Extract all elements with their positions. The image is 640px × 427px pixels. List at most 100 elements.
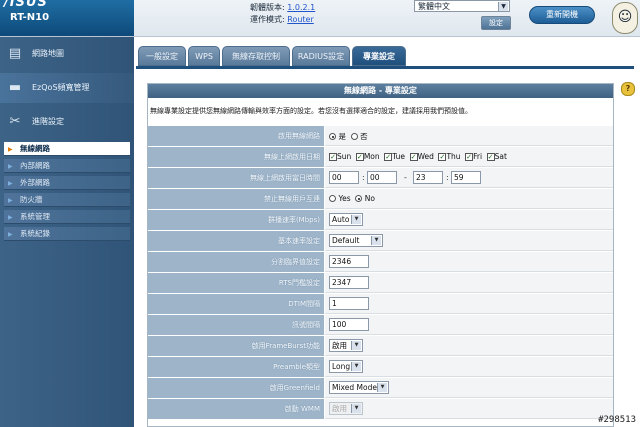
row-label: 啟用Greenfield <box>148 378 324 398</box>
mascot-icon: ☺ <box>612 2 638 34</box>
checkbox-mon[interactable]: ✓ <box>355 152 364 161</box>
firmware-link[interactable]: 1.0.2.1 <box>287 3 315 12</box>
enable-radio-yes[interactable] <box>329 133 336 140</box>
sidebar-item-syslog[interactable]: ▶ 系統紀錄 <box>4 227 130 241</box>
select-value: 啟用 <box>332 404 347 413</box>
tab-general[interactable]: 一般設定 <box>138 46 186 66</box>
mode-link[interactable]: Router <box>287 15 314 24</box>
arrow-icon: ▶ <box>8 163 13 170</box>
sidebar-item-lan[interactable]: ▶ 內部網路 <box>4 159 130 173</box>
help-icon[interactable]: ? <box>621 82 635 96</box>
option-label: Thu <box>446 152 461 161</box>
row-label: RTS門檻設定 <box>148 273 324 293</box>
checkbox-sun[interactable]: ✓ <box>329 152 337 161</box>
sidebar-item-label: EzQoS頻寬管理 <box>32 83 90 92</box>
chevron-down-icon: ▼ <box>351 215 361 224</box>
language-value: 繁體中文 <box>418 2 450 11</box>
sidebar-item-wireless[interactable]: ▶ 無線網路 <box>4 142 130 156</box>
arrow-icon: ▶ <box>8 146 13 153</box>
start-minute-input[interactable]: 00 <box>367 171 397 184</box>
option-label: Tue <box>392 152 406 161</box>
firmware-info: 韌體版本: 1.0.2.1 <box>250 2 315 13</box>
dtim-input[interactable]: 1 <box>329 297 369 310</box>
sidebar-item-label: 防火牆 <box>20 195 43 204</box>
restart-button[interactable]: 重新開機 <box>529 6 595 24</box>
row-beacon: 訊號間隔 100 <box>148 315 613 335</box>
multicast-rate-select[interactable]: Auto ▼ <box>329 213 363 226</box>
row-label: 基本速率設定 <box>148 231 324 251</box>
sidebar-item-label: 無線網路 <box>20 144 50 153</box>
greenfield-select[interactable]: Mixed Mode ▼ <box>329 381 389 394</box>
row-fragmentation: 分割臨界值設定 2346 <box>148 252 613 272</box>
tab-access-control[interactable]: 無線存取控制 <box>222 46 290 66</box>
watermark: #298513 <box>598 415 636 425</box>
checkbox-sat[interactable]: ✓ <box>486 152 495 161</box>
fragmentation-input[interactable]: 2346 <box>329 255 369 268</box>
firmware-label: 韌體版本: <box>250 3 285 12</box>
checkbox-tue[interactable]: ✓ <box>384 152 393 161</box>
end-minute-input[interactable]: 59 <box>451 171 481 184</box>
sidebar-item-label: 系統管理 <box>20 212 50 221</box>
chevron-down-icon: ▼ <box>371 236 381 245</box>
logo: /ISUS RT-N10 <box>0 0 134 36</box>
rts-input[interactable]: 2347 <box>329 276 369 289</box>
option-label: Sat <box>494 152 507 161</box>
enable-radio-no[interactable] <box>350 133 358 140</box>
row-multicast: 群播速率(Mbps) Auto ▼ <box>148 210 613 230</box>
beacon-input[interactable]: 100 <box>329 318 369 331</box>
preamble-select[interactable]: Long ▼ <box>329 360 363 373</box>
tab-professional[interactable]: 專業設定 <box>352 46 406 66</box>
row-label: Preamble類型 <box>148 357 324 377</box>
sidebar-item-wan[interactable]: ▶ 外部網路 <box>4 176 130 190</box>
chevron-down-icon: ▼ <box>351 341 361 350</box>
row-label: DTIM間隔 <box>148 294 324 314</box>
panel-title: 無線網路 - 專業設定 <box>148 84 613 98</box>
sidebar-item-firewall[interactable]: ▶ 防火牆 <box>4 193 130 207</box>
basic-rate-select[interactable]: Default ▼ <box>329 234 383 247</box>
checkbox-wed[interactable]: ✓ <box>409 152 418 161</box>
option-label: Yes <box>338 194 351 203</box>
row-label: 無線上網啟用日期 <box>148 147 324 167</box>
option-label: 否 <box>360 132 368 141</box>
top-bar: /ISUS RT-N10 韌體版本: 1.0.2.1 運作模式: Router … <box>0 0 640 37</box>
tab-wps[interactable]: WPS <box>188 46 220 66</box>
sidebar-item-network-map[interactable]: ▤ 網路地圖 <box>0 39 134 69</box>
sidebar-item-ezqos[interactable]: ▬ EzQoS頻寬管理 <box>0 73 134 103</box>
select-value: Default <box>332 236 360 245</box>
qos-icon: ▬ <box>8 80 22 95</box>
row-enable-radio: 啟用無線網路 是 否 <box>148 126 613 146</box>
row-label: 群播速率(Mbps) <box>148 210 324 230</box>
select-value: Mixed Mode <box>332 383 377 392</box>
option-label: Sun <box>337 152 352 161</box>
sidebar-item-label: 內部網路 <box>20 161 50 170</box>
language-select[interactable]: 繁體中文 ▼ <box>414 0 510 12</box>
option-label: Wed <box>417 152 434 161</box>
wmm-select[interactable]: 啟用 ▼ <box>329 402 363 415</box>
end-hour-input[interactable]: 23 <box>413 171 443 184</box>
select-value: Auto <box>332 215 350 224</box>
checkbox-fri[interactable]: ✓ <box>465 152 474 161</box>
row-isolation: 禁止無線用戶互連 Yes No <box>148 189 613 209</box>
row-time: 無線上網啟用當日時間 00 : 00 - 23 : 59 <box>148 168 613 188</box>
sidebar-item-admin[interactable]: ▶ 系統管理 <box>4 210 130 224</box>
chevron-down-icon: ▼ <box>377 383 387 392</box>
isolation-yes[interactable] <box>329 195 336 202</box>
select-value: 啟用 <box>332 341 347 350</box>
isolation-no[interactable] <box>355 195 363 202</box>
start-hour-input[interactable]: 00 <box>329 171 359 184</box>
chevron-down-icon: ▼ <box>351 362 361 371</box>
row-label: 啟用FrameBurst功能 <box>148 336 324 356</box>
arrow-icon: ▶ <box>8 231 13 238</box>
apply-language-button[interactable]: 設定 <box>481 16 511 30</box>
row-frameburst: 啟用FrameBurst功能 啟用 ▼ <box>148 336 613 356</box>
sidebar-item-label: 系統紀錄 <box>20 229 50 238</box>
sidebar-item-advanced[interactable]: ✂ 進階設定 <box>0 107 134 137</box>
row-days: 無線上網啟用日期 ✓Sun ✓Mon ✓Tue ✓Wed ✓Thu ✓Fri ✓… <box>148 147 613 167</box>
arrow-icon: ▶ <box>8 180 13 187</box>
tab-radius[interactable]: RADIUS設定 <box>292 46 350 66</box>
frameburst-select[interactable]: 啟用 ▼ <box>329 339 363 352</box>
tools-icon: ✂ <box>9 114 21 129</box>
sidebar-item-label: 進階設定 <box>32 117 64 126</box>
row-preamble: Preamble類型 Long ▼ <box>148 357 613 377</box>
row-basic-rate: 基本速率設定 Default ▼ <box>148 231 613 251</box>
